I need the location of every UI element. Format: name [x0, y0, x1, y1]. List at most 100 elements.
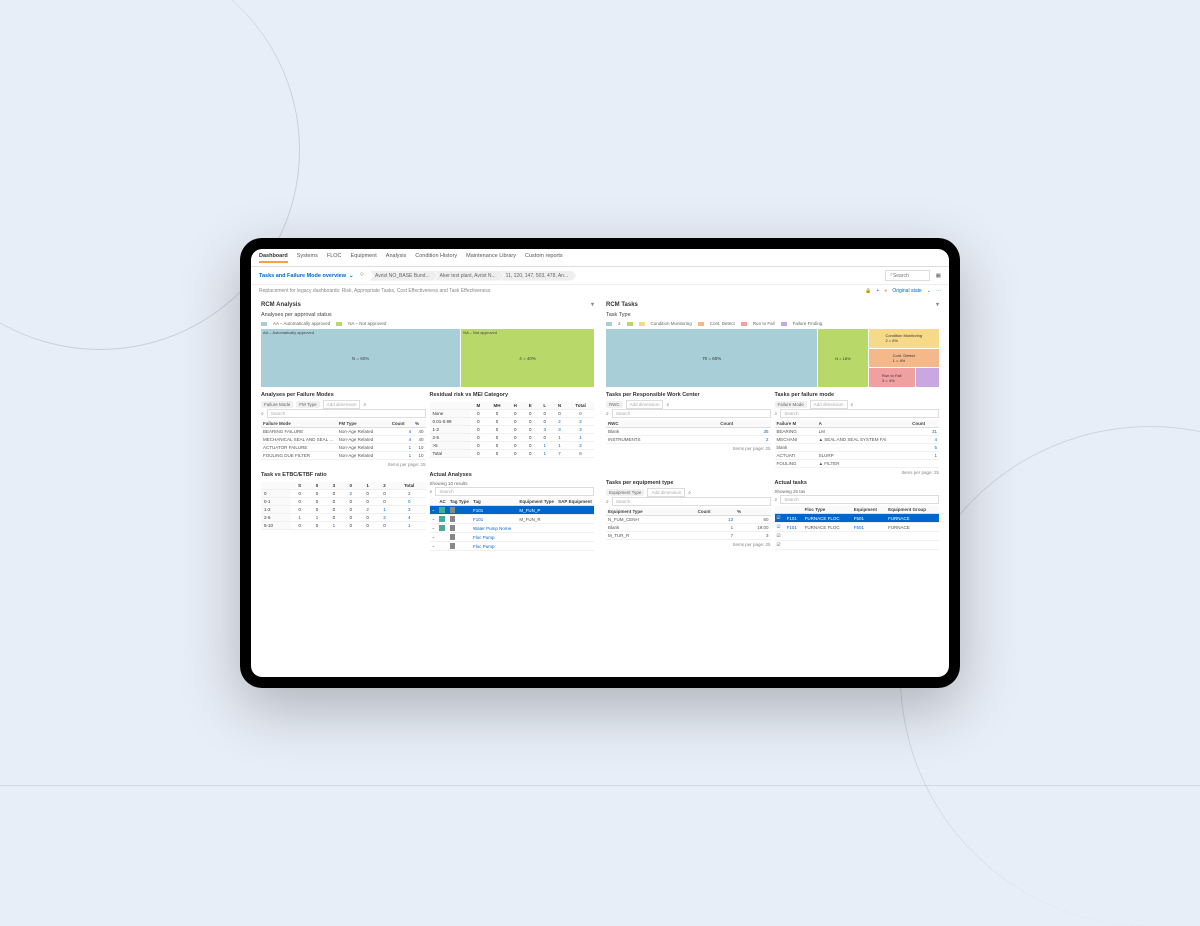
eqtype-widget: Tasks per equipment type Equipment Type … [606, 477, 771, 550]
toolbar: Tasks and Failure Mode overview ⌄ ⟐ Avri… [251, 267, 949, 285]
table-row[interactable]: ☑ [775, 541, 940, 550]
nav-equipment[interactable]: Equipment [351, 253, 377, 263]
table-row[interactable]: ⌄Water Pump Nome [430, 524, 595, 533]
table-row[interactable]: Blank119:00 [606, 524, 771, 532]
table-search[interactable]: Search [612, 409, 771, 418]
nav-dashboard[interactable]: Dashboard [259, 253, 288, 263]
table-row[interactable]: ACTUATOR FAILURENon-Age Related110 [261, 444, 426, 452]
nav-floc[interactable]: FLOC [327, 253, 342, 263]
table-search[interactable]: Search [780, 409, 939, 418]
search-icon[interactable]: ⌕ [430, 489, 433, 495]
table-row[interactable]: ⌄Floc Pump [430, 542, 595, 551]
table-row[interactable]: BEARINGLM31 [775, 428, 940, 436]
table-row[interactable]: ⌄Floc Pump [430, 533, 595, 542]
approval-treemap[interactable]: AA – Automatically approvedN = 60% NA – … [261, 329, 594, 387]
filter-icon[interactable]: ▾ [591, 301, 594, 308]
pager[interactable]: Items per page: 25 [606, 444, 771, 453]
search-icon[interactable]: ⌕ [363, 402, 366, 408]
residual-risk-widget: Residual risk vs MEI Category MMHHELNTot… [430, 389, 595, 469]
chip-equipment-type[interactable]: Equipment Type [606, 489, 644, 496]
chevron-down-icon: ⌄ [349, 273, 354, 279]
nav-analysis[interactable]: Analysis [386, 253, 406, 263]
page-subtitle: Replacement for legacy dashboards: Risk,… [251, 285, 949, 297]
table-row[interactable]: 2-51100024 [261, 514, 426, 522]
add-dimension[interactable]: Add dimension [323, 400, 361, 409]
chip-fm-type[interactable]: FM Type [296, 401, 319, 408]
approval-title: Analyses per approval status [255, 310, 600, 320]
table-row[interactable]: MECHANI▲ SEAL AND SEAL SYSTEM FAI4 [775, 436, 940, 444]
chip-rwc[interactable]: RWC [606, 401, 623, 408]
add-icon[interactable]: + [876, 288, 879, 294]
search-icon[interactable]: ⌕ [688, 490, 691, 496]
view-dropdown[interactable]: Tasks and Failure Mode overview ⌄ [259, 273, 354, 279]
nav-systems[interactable]: Systems [297, 253, 318, 263]
add-dimension[interactable]: Add dimension [810, 400, 848, 409]
pager[interactable]: Items per page: 25 [261, 460, 426, 469]
table-row[interactable]: 1-20000213 [261, 506, 426, 514]
table-row[interactable]: blank5 [775, 444, 940, 452]
breadcrumb-item[interactable]: 11, 120, 147, 503, 478, An... [501, 271, 576, 281]
search-input[interactable] [893, 273, 925, 279]
nav-custom-reports[interactable]: Custom reports [525, 253, 563, 263]
status-icon [439, 516, 445, 522]
table-search[interactable]: Search [612, 497, 771, 506]
panel-rcm-analysis-header: RCM Analysis ▾ [255, 297, 600, 310]
doc-icon [450, 543, 455, 549]
table-row[interactable]: ☑ [775, 532, 940, 541]
table-row[interactable]: None0000000 [430, 410, 595, 418]
table-row[interactable]: N_FUM_CENH1360 [606, 516, 771, 524]
table-row[interactable]: M_TUR_R73 [606, 532, 771, 540]
nav-maintenance-library[interactable]: Maintenance Library [466, 253, 516, 263]
table-row[interactable]: Total0000178 [430, 450, 595, 458]
table-row[interactable]: Blank35 [606, 428, 771, 436]
add-dimension[interactable]: Add dimension [647, 488, 685, 497]
global-search[interactable]: ⌕ [885, 270, 930, 281]
table-row[interactable]: MECHANICAL SEAL AND SEAL SYSTEM FAINon-A… [261, 436, 426, 444]
refresh-icon[interactable]: ⟐ [360, 272, 364, 279]
rwc-widget: Tasks per Responsible Work Center RWC Ad… [606, 389, 771, 477]
table-row[interactable]: ⌄F101M_FUN_P [430, 506, 595, 515]
nav-condition-history[interactable]: Condition History [415, 253, 457, 263]
pager[interactable]: Items per page: 25 [775, 468, 940, 477]
eqtype-table: Equipment TypeCount% N_FUM_CENH1360 Blan… [606, 508, 771, 540]
search-icon[interactable]: ⌕ [666, 402, 669, 408]
lock-icon[interactable]: 🔒 [865, 288, 871, 294]
table-row[interactable]: FOULING DUE FILTERNon-Age Related110 [261, 452, 426, 460]
table-row[interactable]: ☑F101FURNACE FLOCF501FURNACE [775, 514, 940, 523]
breadcrumb-item[interactable]: Avrist NO_BASE Bund... [370, 271, 438, 281]
search-icon[interactable]: ⌕ [851, 402, 854, 408]
risk-matrix: MMHHELNTotal None0000000 0.01-0.99000002… [430, 402, 595, 458]
table-row[interactable]: >50000112 [430, 442, 595, 450]
table-row[interactable]: 2-50000011 [430, 434, 595, 442]
search-icon[interactable]: ⌕ [775, 497, 778, 503]
table-row[interactable]: 0-10000000 [261, 498, 426, 506]
breadcrumb-item[interactable]: Aker test plant, Avrist N... [435, 271, 504, 281]
filter-icon[interactable]: ▾ [936, 301, 939, 308]
add-dimension[interactable]: Add dimension [626, 400, 664, 409]
pager[interactable]: Items per page: 25 [606, 540, 771, 549]
table-row[interactable]: ⌄F101M_FUN_R [430, 515, 595, 524]
ratio-widget: Task vs ETBC/ETBF ratio S03012Total 0000… [261, 469, 426, 551]
failure-modes-widget: Analyses per Failure Modes Failure Mode … [261, 389, 426, 469]
actual-tasks-table: Floc TypeEquipmentEquipment Group ☑F101F… [775, 506, 940, 550]
table-row[interactable]: INSTRUMENTS2 [606, 436, 771, 444]
doc-icon [450, 516, 455, 522]
table-row[interactable]: BEARING FAILURENon-Age Related440 [261, 428, 426, 436]
table-row[interactable]: 00002002 [261, 490, 426, 498]
table-row[interactable]: ACTUATISLURP1 [775, 452, 940, 460]
chip-failure-mode[interactable]: Failure Mode [775, 401, 807, 408]
chip-failure-mode[interactable]: Failure Mode [261, 401, 293, 408]
actual-analyses-widget: Actual Analyses Showing 10 results ⌕Sear… [430, 469, 595, 551]
state-label[interactable]: Original state [892, 288, 921, 294]
tasktype-treemap[interactable]: 70 = 60% N = 18% Condition Monitoring 2 … [606, 329, 939, 387]
table-search[interactable]: Search [780, 495, 939, 504]
more-icon[interactable]: ⋯ [936, 288, 941, 294]
table-row[interactable]: 1-20000333 [430, 426, 595, 434]
grid-icon[interactable]: ▦ [936, 273, 941, 279]
table-row[interactable]: 0.01-0.990000022 [430, 418, 595, 426]
table-search[interactable]: Search [267, 409, 426, 418]
table-row[interactable]: ☑F101FURNACE FLOCF501FURNACE [775, 523, 940, 532]
table-row[interactable]: 5-100010001 [261, 522, 426, 530]
table-row[interactable]: FOULING▲ FILTER [775, 460, 940, 468]
table-search[interactable]: Search [435, 487, 594, 496]
